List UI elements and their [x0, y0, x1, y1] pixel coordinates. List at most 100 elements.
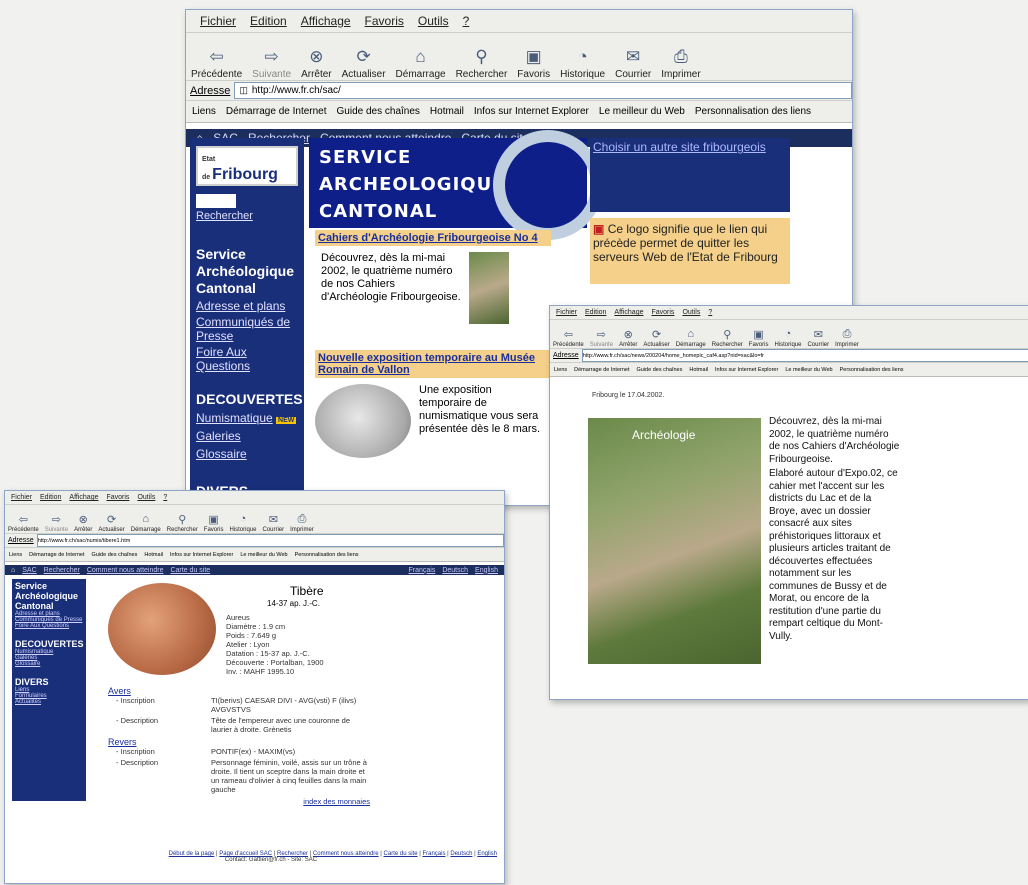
fribourg-logo[interactable]: Etat de Fribourg: [196, 146, 298, 186]
cahier-cover-image[interactable]: [469, 252, 509, 324]
sidebar-item-faq[interactable]: Foire Aux Questions: [196, 345, 298, 373]
menu-edit[interactable]: Edition: [40, 494, 61, 501]
revers-heading[interactable]: Revers: [108, 738, 370, 747]
stop-button[interactable]: ⊗ Arrêter: [74, 513, 92, 533]
menu-favorites[interactable]: Favoris: [365, 14, 404, 28]
link-item[interactable]: Infos sur Internet Explorer: [715, 367, 778, 373]
menu-favorites[interactable]: Favoris: [651, 309, 674, 316]
forward-button[interactable]: ⇨ Suivante: [590, 328, 613, 348]
forward-button[interactable]: ⇨ Suivante: [45, 513, 68, 533]
menu-help[interactable]: ?: [708, 309, 712, 316]
sidebar-item-glossaire[interactable]: Glossaire: [15, 661, 83, 667]
link-item[interactable]: Le meilleur du Web: [240, 552, 287, 558]
menu-favorites[interactable]: Favoris: [106, 494, 129, 501]
link-item[interactable]: Infos sur Internet Explorer: [474, 106, 589, 117]
menu-edit[interactable]: Edition: [250, 14, 287, 28]
news2-title-link[interactable]: Nouvelle exposition temporaire au Musée …: [318, 352, 535, 376]
menu-tools[interactable]: Outils: [682, 309, 700, 316]
sidebar-item-faq[interactable]: Foire Aux Questions: [15, 623, 83, 629]
menu-help[interactable]: ?: [463, 14, 470, 28]
menu-view[interactable]: Affichage: [301, 14, 351, 28]
link-item[interactable]: Infos sur Internet Explorer: [170, 552, 233, 558]
address-input[interactable]: ◫ http://www.fr.ch/sac/: [234, 82, 852, 99]
menu-view[interactable]: Affichage: [69, 494, 98, 501]
coin-image[interactable]: [315, 384, 411, 458]
mail-button[interactable]: ✉ Courrier: [807, 328, 829, 348]
search-button[interactable]: ⚲ Rechercher: [167, 513, 198, 533]
link-item[interactable]: Hotmail: [689, 367, 708, 373]
index-link[interactable]: index des monnaies: [303, 797, 370, 806]
home-button[interactable]: ⌂ Démarrage: [131, 513, 161, 533]
link-item[interactable]: Démarrage de Internet: [574, 367, 629, 373]
favorites-button[interactable]: ▣ Favoris: [204, 513, 224, 533]
link-item[interactable]: Démarrage de Internet: [29, 552, 84, 558]
footer-link[interactable]: Français: [422, 851, 445, 857]
lang-en[interactable]: English: [475, 567, 498, 574]
link-item[interactable]: Hotmail: [430, 106, 464, 117]
link-item[interactable]: Guide des chaînes: [337, 106, 420, 117]
footer-link[interactable]: English: [477, 851, 497, 857]
lang-fr[interactable]: Français: [409, 567, 436, 574]
favorites-button[interactable]: ▣ Favoris: [517, 47, 550, 80]
address-input[interactable]: http://www.fr.ch/sac/numis/tibere1.htm: [36, 534, 504, 547]
back-button[interactable]: ⇦ Précédente: [8, 513, 39, 533]
menu-edit[interactable]: Edition: [585, 309, 606, 316]
stop-button[interactable]: ⊗ Arrêter: [619, 328, 637, 348]
search-button[interactable]: ⚲ Rechercher: [712, 328, 743, 348]
print-button[interactable]: ⎙ Imprimer: [290, 513, 314, 533]
menu-view[interactable]: Affichage: [614, 309, 643, 316]
mail-button[interactable]: ✉ Courrier: [615, 47, 651, 80]
menu-help[interactable]: ?: [163, 494, 167, 501]
history-button[interactable]: ◔ Historique: [774, 328, 801, 348]
refresh-button[interactable]: ⟳ Actualiser: [643, 328, 669, 348]
avers-heading[interactable]: Avers: [108, 687, 370, 696]
menu-tools[interactable]: Outils: [418, 14, 449, 28]
search-box[interactable]: [196, 194, 236, 208]
sidebar-item-galeries[interactable]: Galeries: [196, 429, 298, 443]
back-button[interactable]: ⇦ Précédente: [191, 47, 242, 80]
address-input[interactable]: http://www.fr.ch/sac/news/200204/home_ho…: [581, 349, 1028, 362]
print-button[interactable]: ⎙ Imprimer: [661, 47, 700, 80]
choose-site-link[interactable]: Choisir un autre site fribourgeois: [590, 138, 790, 156]
sidebar-item-numismatique[interactable]: Numismatique: [196, 411, 273, 425]
link-item[interactable]: Personnalisation des liens: [695, 106, 811, 117]
link-item[interactable]: Démarrage de Internet: [226, 106, 327, 117]
refresh-button[interactable]: ⟳ Actualiser: [98, 513, 124, 533]
news1-title-link[interactable]: Cahiers d'Archéologie Fribourgeoise No 4: [318, 232, 538, 244]
link-item[interactable]: Guide des chaînes: [637, 367, 683, 373]
home-button[interactable]: ⌂ Démarrage: [396, 47, 446, 80]
lang-de[interactable]: Deutsch: [442, 567, 468, 574]
favorites-button[interactable]: ▣ Favoris: [749, 328, 769, 348]
link-item[interactable]: Le meilleur du Web: [785, 367, 832, 373]
sidebar-item-glossaire[interactable]: Glossaire: [196, 447, 298, 461]
sidebar-search-link[interactable]: Rechercher: [196, 210, 298, 222]
sidebar-item-actualites[interactable]: Actualités: [15, 699, 83, 705]
home-button[interactable]: ⌂ Démarrage: [676, 328, 706, 348]
stop-button[interactable]: ⊗ Arrêter: [301, 47, 332, 80]
refresh-button[interactable]: ⟳ Actualiser: [342, 47, 386, 80]
history-button[interactable]: ◔ Historique: [560, 47, 605, 80]
footer-link[interactable]: Deutsch: [450, 851, 472, 857]
link-item[interactable]: Personnalisation des liens: [840, 367, 904, 373]
sidebar-item-address[interactable]: Adresse et plans: [196, 299, 298, 313]
nav-search[interactable]: Rechercher: [44, 567, 80, 574]
menu-tools[interactable]: Outils: [137, 494, 155, 501]
link-item[interactable]: Guide des chaînes: [92, 552, 138, 558]
history-button[interactable]: ◔ Historique: [229, 513, 256, 533]
print-button[interactable]: ⎙ Imprimer: [835, 328, 859, 348]
link-item[interactable]: Le meilleur du Web: [599, 106, 685, 117]
footer-link[interactable]: Début de la page: [169, 851, 215, 857]
menu-file[interactable]: Fichier: [556, 309, 577, 316]
forward-button[interactable]: ⇨ Suivante: [252, 47, 291, 80]
nav-sac[interactable]: SAC: [22, 567, 36, 574]
mail-button[interactable]: ✉ Courrier: [262, 513, 284, 533]
back-button[interactable]: ⇦ Précédente: [553, 328, 584, 348]
menu-file[interactable]: Fichier: [11, 494, 32, 501]
link-item[interactable]: Personnalisation des liens: [295, 552, 359, 558]
footer-link[interactable]: Carte du site: [384, 851, 418, 857]
sidebar-item-press[interactable]: Communiqués de Presse: [196, 315, 298, 343]
nav-sitemap[interactable]: Carte du site: [170, 567, 210, 574]
link-item[interactable]: Hotmail: [144, 552, 163, 558]
nav-contact[interactable]: Comment nous atteindre: [87, 567, 164, 574]
menu-file[interactable]: Fichier: [200, 14, 236, 28]
